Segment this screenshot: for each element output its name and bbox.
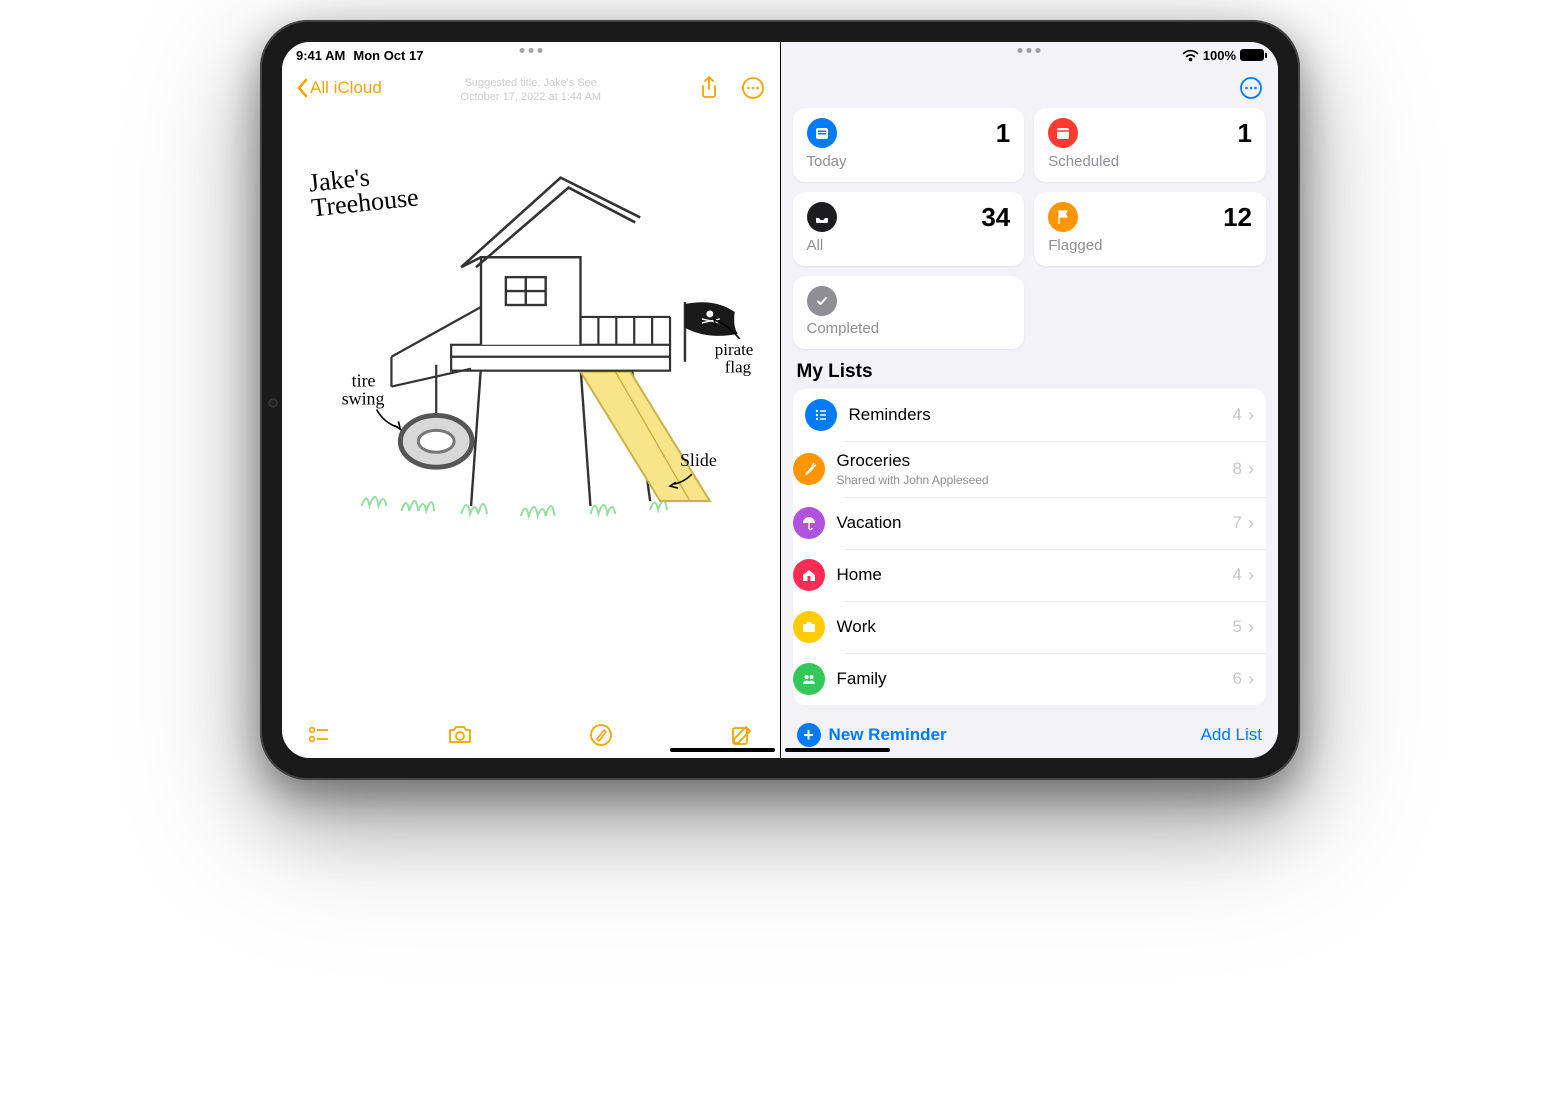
- reminders-body: 1 Today 1 Scheduled: [781, 108, 1279, 712]
- lists-container: Reminders 4 › Groceries Shared with John App…: [793, 389, 1267, 705]
- list-row[interactable]: Work 5 ›: [793, 601, 1267, 653]
- back-label: All iCloud: [310, 78, 382, 98]
- svg-text:pirate: pirate: [715, 340, 754, 359]
- card-today-count: 1: [996, 118, 1010, 149]
- card-flagged[interactable]: 12 Flagged: [1034, 192, 1266, 266]
- multitask-dots-icon[interactable]: [519, 48, 542, 53]
- new-reminder-button[interactable]: + New Reminder: [797, 723, 947, 747]
- my-lists-title: My Lists: [797, 361, 1263, 383]
- card-all[interactable]: 34 All: [793, 192, 1025, 266]
- chevron-right-icon: ›: [1248, 669, 1254, 690]
- list-count: 7: [1233, 513, 1242, 533]
- list-row[interactable]: Family 6 ›: [793, 653, 1267, 705]
- list-name: Vacation: [837, 513, 902, 533]
- battery-icon: [1240, 49, 1264, 61]
- reminders-more-button[interactable]: [1238, 75, 1264, 101]
- list-name: Family: [837, 669, 887, 689]
- compose-icon: [730, 723, 754, 747]
- carrot-icon: [793, 453, 825, 485]
- list-row[interactable]: Vacation 7 ›: [793, 497, 1267, 549]
- list-name: Groceries: [837, 451, 989, 471]
- home-indicator[interactable]: [670, 748, 890, 752]
- svg-text:swing: swing: [342, 389, 385, 409]
- card-scheduled[interactable]: 1 Scheduled: [1034, 108, 1266, 182]
- markup-icon: [589, 723, 613, 747]
- list-row[interactable]: Reminders 4 ›: [793, 389, 1267, 441]
- card-completed[interactable]: Completed: [793, 276, 1025, 349]
- chevron-right-icon: ›: [1248, 617, 1254, 638]
- card-all-count: 34: [981, 202, 1010, 233]
- share-icon: [699, 76, 719, 100]
- card-scheduled-label: Scheduled: [1048, 153, 1252, 170]
- list-name: Reminders: [849, 405, 931, 425]
- plus-circle-icon: +: [797, 723, 821, 747]
- card-today[interactable]: 1 Today: [793, 108, 1025, 182]
- sketch-title: Jake's Treehouse: [308, 161, 420, 221]
- ellipsis-circle-icon: [1239, 76, 1263, 100]
- card-flagged-label: Flagged: [1048, 237, 1252, 254]
- multitask-dots-icon[interactable]: [1018, 48, 1041, 53]
- list-count: 4: [1233, 405, 1242, 425]
- reminders-app: 100% 1: [781, 42, 1279, 758]
- battery-pct: 100%: [1203, 48, 1236, 63]
- list-name: Home: [837, 565, 882, 585]
- reminders-toolbar-top: [781, 68, 1279, 108]
- status-bar-left: 9:41 AM Mon Oct 17: [282, 42, 780, 68]
- list-row[interactable]: Home 4 ›: [793, 549, 1267, 601]
- house-icon: [793, 559, 825, 591]
- status-time: 9:41 AM: [296, 48, 345, 63]
- card-flagged-count: 12: [1223, 202, 1252, 233]
- list-count: 4: [1233, 565, 1242, 585]
- card-completed-label: Completed: [807, 320, 1011, 337]
- notes-app: 9:41 AM Mon Oct 17 All iCloud: [282, 42, 781, 758]
- new-reminder-label: New Reminder: [829, 725, 947, 745]
- svg-text:flag: flag: [725, 358, 752, 377]
- card-all-label: All: [807, 237, 1011, 254]
- status-bar-right: 100%: [781, 42, 1279, 68]
- list-count: 5: [1233, 617, 1242, 637]
- camera-icon: [447, 724, 473, 746]
- flag-icon: [1048, 202, 1078, 232]
- card-today-label: Today: [807, 153, 1011, 170]
- list-count: 8: [1233, 459, 1242, 479]
- note-canvas[interactable]: tire swing pirate flag Slide Jake's Tree…: [282, 108, 780, 712]
- more-button[interactable]: [740, 75, 766, 101]
- card-scheduled-count: 1: [1238, 118, 1252, 149]
- checklist-button[interactable]: [306, 722, 332, 748]
- briefcase-icon: [793, 611, 825, 643]
- screen: 9:41 AM Mon Oct 17 All iCloud: [282, 42, 1278, 758]
- checkmark-icon: [807, 286, 837, 316]
- umbrella-icon: [793, 507, 825, 539]
- chevron-right-icon: ›: [1248, 513, 1254, 534]
- list-subtitle: Shared with John Appleseed: [837, 473, 989, 487]
- markup-button[interactable]: [588, 722, 614, 748]
- ellipsis-circle-icon: [741, 76, 765, 100]
- list-name: Work: [837, 617, 876, 637]
- front-camera: [270, 400, 276, 406]
- calendar-today-icon: [807, 118, 837, 148]
- checklist-icon: [308, 724, 330, 746]
- list-icon: [805, 399, 837, 431]
- list-count: 6: [1233, 669, 1242, 689]
- back-button[interactable]: All iCloud: [296, 78, 382, 98]
- add-list-button[interactable]: Add List: [1201, 725, 1262, 745]
- note-subtitle: Suggested title: Jake's See October 17, …: [460, 76, 601, 105]
- chevron-right-icon: ›: [1248, 405, 1254, 426]
- status-date: Mon Oct 17: [353, 48, 423, 63]
- tray-icon: [807, 202, 837, 232]
- chevron-left-icon: [296, 78, 308, 98]
- calendar-icon: [1048, 118, 1078, 148]
- people-icon: [793, 663, 825, 695]
- ipad-frame: 9:41 AM Mon Oct 17 All iCloud: [260, 20, 1300, 780]
- chevron-right-icon: ›: [1248, 565, 1254, 586]
- camera-button[interactable]: [447, 722, 473, 748]
- chevron-right-icon: ›: [1248, 459, 1254, 480]
- share-button[interactable]: [696, 75, 722, 101]
- wifi-icon: [1182, 49, 1199, 62]
- svg-text:Slide: Slide: [680, 450, 717, 470]
- list-row[interactable]: Groceries Shared with John Appleseed 8 ›: [793, 441, 1267, 497]
- compose-button[interactable]: [729, 722, 755, 748]
- add-list-label: Add List: [1201, 725, 1262, 744]
